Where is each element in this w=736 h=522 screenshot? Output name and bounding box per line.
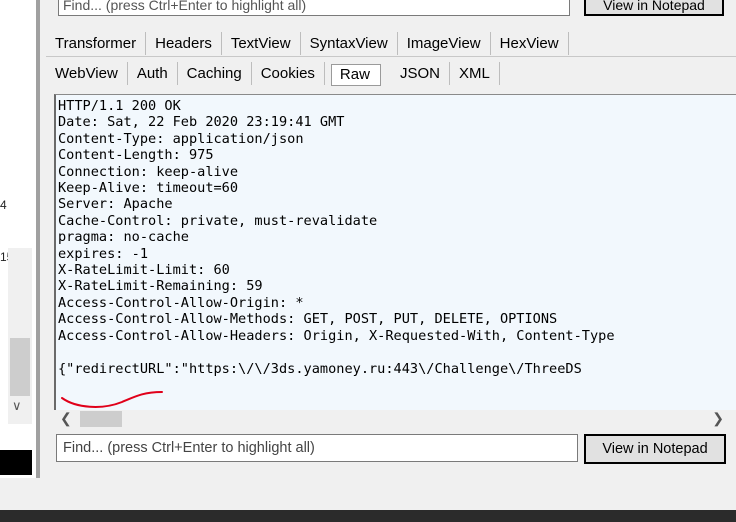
tab-xml[interactable]: XML <box>450 62 500 85</box>
raw-line: Access-Control-Allow-Headers: Origin, X-… <box>58 327 615 344</box>
raw-line: Connection: keep-alive <box>58 163 239 180</box>
horizontal-scrollbar[interactable]: ❮ ❯ <box>54 410 736 428</box>
tab-webview[interactable]: WebView <box>46 62 128 85</box>
raw-line: Date: Sat, 22 Feb 2020 23:19:41 GMT <box>58 114 345 131</box>
tab-divider <box>46 56 736 57</box>
raw-line: Keep-Alive: timeout=60 <box>58 180 239 197</box>
raw-line: Content-Type: application/json <box>58 130 304 147</box>
raw-line: X-RateLimit-Remaining: 59 <box>58 278 263 295</box>
view-in-notepad-button[interactable]: View in Notepad <box>584 434 726 464</box>
tab-auth[interactable]: Auth <box>128 62 178 85</box>
tab-caching[interactable]: Caching <box>178 62 252 85</box>
chevron-left-icon[interactable]: ❮ <box>60 410 72 427</box>
chevron-right-icon[interactable]: ❯ <box>712 410 724 427</box>
tab-cookies[interactable]: Cookies <box>252 62 325 85</box>
raw-line: Content-Length: 975 <box>58 147 214 164</box>
raw-line: X-RateLimit-Limit: 60 <box>58 262 230 279</box>
raw-response-view[interactable]: HTTP/1.1 200 OK Date: Sat, 22 Feb 2020 2… <box>54 94 736 410</box>
raw-line: expires: -1 <box>58 245 149 262</box>
left-pane-text: 4 <box>0 198 7 212</box>
raw-line: Access-Control-Allow-Origin: * <box>58 294 304 311</box>
top-view-in-notepad-button[interactable]: View in Notepad <box>584 0 724 16</box>
raw-line: HTTP/1.1 200 OK <box>58 98 181 114</box>
raw-line: Access-Control-Allow-Methods: GET, POST,… <box>58 311 558 328</box>
tab-json[interactable]: JSON <box>391 62 450 85</box>
left-scrollbar[interactable]: ∨ <box>8 248 32 424</box>
find-input[interactable]: Find... (press Ctrl+Enter to highlight a… <box>56 434 578 462</box>
raw-line: Cache-Control: private, must-revalidate <box>58 212 378 229</box>
tab-hexview[interactable]: HexView <box>491 32 569 55</box>
horizontal-scrollbar-thumb[interactable] <box>80 411 122 427</box>
tab-transformer[interactable]: Transformer <box>46 32 147 55</box>
tab-row-2: WebView Auth Caching Cookies Raw JSON XML <box>46 62 500 88</box>
raw-response-text: HTTP/1.1 200 OK Date: Sat, 22 Feb 2020 2… <box>56 95 736 377</box>
top-find-input[interactable]: Find... (press Ctrl+Enter to highlight a… <box>58 0 570 16</box>
left-pane: 4 15 ∨ <box>0 0 36 478</box>
left-black-panel <box>0 450 32 475</box>
taskbar <box>0 510 736 522</box>
raw-line: Server: Apache <box>58 196 173 213</box>
raw-line: pragma: no-cache <box>58 229 189 246</box>
tab-textview[interactable]: TextView <box>222 32 301 55</box>
left-scrollbar-thumb[interactable] <box>10 338 30 396</box>
tab-syntaxview[interactable]: SyntaxView <box>301 32 398 55</box>
tab-row-1: Transformer Headers TextView SyntaxView Imag… <box>46 32 569 58</box>
tab-raw[interactable]: Raw <box>330 64 381 86</box>
chevron-down-icon[interactable]: ∨ <box>12 398 22 414</box>
tab-imageview[interactable]: ImageView <box>398 32 491 55</box>
raw-line: {"redirectURL":"https:\/\/3ds.yamoney.ru… <box>58 360 582 377</box>
red-annotation-underline <box>61 391 163 408</box>
tab-headers[interactable]: Headers <box>146 32 222 55</box>
